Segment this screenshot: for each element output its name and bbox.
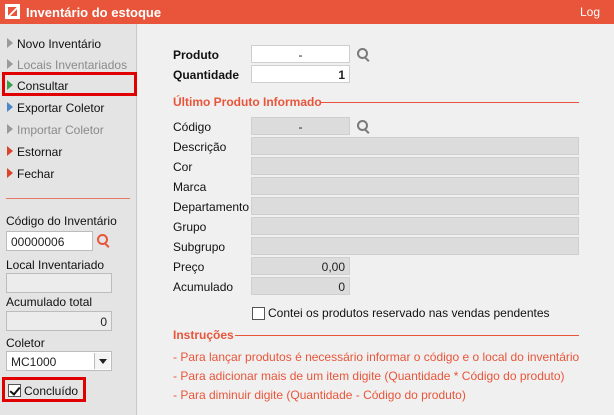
arrow-right-icon (7, 146, 13, 156)
contei-produtos-label: Contei os produtos reservado nas vendas … (268, 306, 550, 320)
arrow-right-icon (7, 102, 13, 112)
departamento-field (251, 197, 579, 215)
app-logo-icon (5, 4, 20, 19)
sidebar: Novo Inventário Locais Inventariados Con… (0, 24, 137, 415)
coletor-label: Coletor (6, 336, 45, 350)
instrucao-item: - Para diminuir digite (Quantidade - Cód… (173, 388, 466, 402)
title-bar: Inventário do estoque Log (0, 0, 614, 24)
acumulado-total-label: Acumulado total (6, 295, 93, 309)
section-divider (321, 102, 579, 103)
quantidade-label: Quantidade (173, 68, 240, 82)
quantidade-input[interactable]: 1 (251, 65, 350, 83)
instrucoes-title: Instruções (173, 328, 234, 342)
instrucao-item: - Para adicionar mais de um item digite … (173, 369, 565, 383)
acumulado-label: Acumulado (173, 280, 234, 294)
menu-fechar[interactable]: Fechar (7, 165, 127, 183)
arrow-right-icon (7, 168, 13, 178)
descricao-field (251, 137, 579, 155)
highlight-box-consultar (2, 72, 137, 96)
search-icon[interactable] (97, 234, 111, 248)
window-title: Inventário do estoque (26, 5, 162, 20)
menu-label: Novo Inventário (17, 37, 102, 51)
codigo-field: - (251, 117, 350, 135)
menu-estornar[interactable]: Estornar (7, 143, 127, 161)
marca-field (251, 177, 579, 195)
local-inventariado-field (6, 273, 112, 293)
arrow-right-icon (7, 59, 13, 69)
menu-importar-coletor[interactable]: Importar Coletor (7, 121, 127, 139)
search-icon[interactable] (357, 120, 371, 134)
coletor-selected-value: MC1000 (11, 355, 57, 369)
cor-field (251, 157, 579, 175)
produto-label: Produto (173, 48, 219, 62)
search-icon[interactable] (357, 48, 371, 62)
grupo-label: Grupo (173, 220, 207, 234)
menu-label: Locais Inventariados (17, 58, 128, 72)
codigo-label: Código (173, 120, 212, 134)
arrow-right-icon (7, 38, 13, 48)
grupo-field (251, 217, 579, 235)
contei-produtos-checkbox[interactable] (252, 307, 265, 320)
local-inventariado-label: Local Inventariado (6, 258, 105, 272)
menu-label: Fechar (17, 167, 55, 181)
menu-label: Importar Coletor (17, 123, 104, 137)
departamento-label: Departamento (173, 200, 250, 214)
log-link[interactable]: Log (580, 5, 600, 19)
descricao-label: Descrição (173, 140, 227, 154)
acumulado-field: 0 (251, 277, 350, 295)
menu-exportar-coletor[interactable]: Exportar Coletor (7, 99, 127, 117)
produto-input[interactable]: - (251, 45, 350, 63)
ultimo-produto-title: Último Produto Informado (173, 95, 322, 109)
preco-field: 0,00 (251, 257, 350, 275)
concluido-label: Concluído (24, 384, 79, 398)
acumulado-total-field: 0 (6, 311, 112, 331)
concluido-checkbox[interactable] (8, 384, 21, 397)
arrow-right-icon (7, 124, 13, 134)
menu-label: Exportar Coletor (17, 101, 105, 115)
codigo-inventario-label: Código do Inventário (6, 214, 117, 228)
chevron-down-icon[interactable] (94, 353, 110, 369)
cor-label: Cor (173, 160, 193, 174)
main-panel: Produto - Quantidade 1 Último Produto In… (138, 24, 614, 415)
coletor-select[interactable]: MC1000 (6, 351, 112, 371)
preco-label: Preço (173, 260, 205, 274)
section-divider (235, 335, 579, 336)
marca-label: Marca (173, 180, 207, 194)
subgrupo-label: Subgrupo (173, 240, 226, 254)
subgrupo-field (251, 237, 579, 255)
codigo-inventario-input[interactable]: 00000006 (6, 231, 93, 251)
sidebar-divider (6, 198, 130, 199)
instrucao-item: - Para lançar produtos é necessário info… (173, 350, 580, 364)
menu-label: Estornar (17, 145, 63, 159)
menu-novo-inventario[interactable]: Novo Inventário (7, 35, 127, 53)
